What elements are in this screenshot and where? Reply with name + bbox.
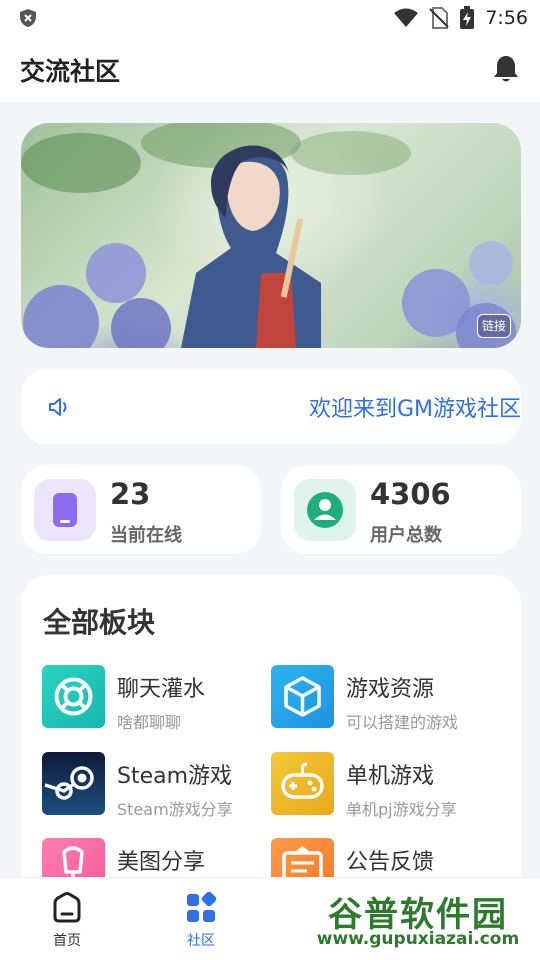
nav-home[interactable]: 首页 (7, 878, 127, 960)
section-name: 公告反馈 (346, 850, 435, 875)
cube-icon (271, 665, 334, 728)
user-icon (307, 492, 343, 528)
section-desc: Steam游戏分享 (117, 800, 233, 819)
users-icon-box (294, 479, 356, 541)
home-icon (53, 892, 81, 923)
steam-icon (42, 752, 105, 815)
status-bar: 7:56 (0, 0, 540, 36)
section-chat[interactable]: 聊天灌水 啥都聊聊 (42, 665, 262, 735)
grid-icon (187, 892, 217, 922)
online-count: 23 (110, 477, 151, 511)
app-header: 交流社区 (0, 36, 540, 102)
online-count-card: 23 当前在线 (21, 465, 261, 554)
no-sim-icon (429, 7, 450, 29)
nav-community[interactable]: 社区 (141, 878, 261, 960)
online-icon-box (34, 479, 96, 541)
wifi-icon (394, 8, 419, 27)
section-game-resources[interactable]: 游戏资源 可以搭建的游戏 (271, 665, 491, 735)
section-name: 美图分享 (117, 850, 206, 875)
banner-image[interactable]: 链接 (21, 123, 521, 348)
user-total-card: 4306 用户总数 (281, 465, 521, 554)
online-label: 当前在线 (110, 525, 182, 546)
site-watermark: 谷普软件园 www.gupuxiazai.com (296, 887, 540, 957)
sections-title: 全部板块 (43, 606, 156, 639)
phone-icon (53, 493, 77, 527)
watermark-sub: www.gupuxiazai.com (316, 929, 520, 949)
notice-bar[interactable]: 欢迎来到GM游戏社区 (21, 369, 521, 444)
user-total: 4306 (370, 477, 451, 511)
section-name: 单机游戏 (346, 764, 435, 789)
section-name: 聊天灌水 (117, 677, 206, 702)
shield-icon (20, 9, 36, 27)
section-name: 游戏资源 (346, 677, 435, 702)
banner-artwork (21, 123, 516, 348)
nav-label: 首页 (53, 933, 81, 949)
section-steam[interactable]: Steam游戏 Steam游戏分享 (42, 752, 262, 822)
section-name: Steam游戏 (117, 764, 233, 789)
notice-text: 欢迎来到GM游戏社区 (309, 397, 521, 422)
nav-label: 社区 (187, 933, 215, 949)
link-badge[interactable]: 链接 (477, 314, 511, 338)
bell-icon[interactable] (492, 54, 520, 84)
section-single-player[interactable]: 单机游戏 单机pj游戏分享 (271, 752, 491, 822)
user-total-label: 用户总数 (370, 525, 442, 546)
section-desc: 单机pj游戏分享 (346, 800, 457, 819)
section-desc: 可以搭建的游戏 (346, 713, 459, 732)
section-desc: 啥都聊聊 (117, 713, 182, 732)
lifebuoy-icon (42, 665, 105, 728)
gamepad-icon (271, 752, 334, 815)
battery-charging-icon (460, 6, 475, 29)
speaker-icon (49, 398, 67, 416)
status-time: 7:56 (485, 7, 528, 29)
page-title: 交流社区 (20, 57, 121, 86)
